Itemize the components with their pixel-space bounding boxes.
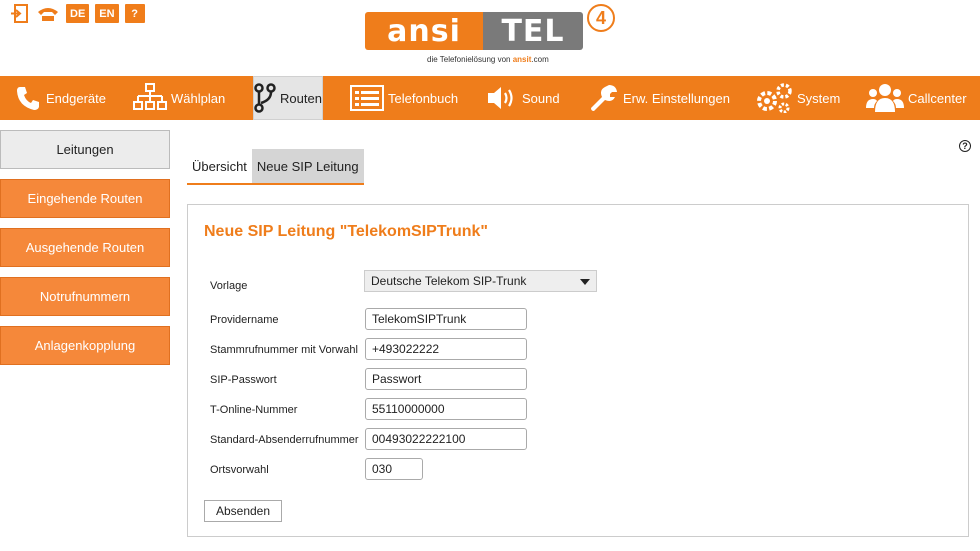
help-button[interactable]: ? — [124, 4, 145, 23]
ortsvorwahl-input[interactable]: 030 — [365, 458, 423, 480]
vorlage-select-value: Deutsche Telekom SIP-Trunk — [371, 274, 527, 288]
tab-neue-sip-leitung[interactable]: Neue SIP Leitung — [251, 149, 364, 183]
stammrufnummer-label: Stammrufnummer mit Vorwahl — [210, 344, 358, 356]
sidebar-item-leitungen[interactable]: Leitungen — [0, 130, 170, 169]
sidebar-item-anlagenkopplung[interactable]: Anlagenkopplung — [0, 326, 170, 365]
nav-item-callcenter[interactable]: Callcenter — [866, 76, 967, 120]
submit-button[interactable]: Absenden — [204, 500, 282, 522]
list-icon — [350, 85, 384, 111]
tab-bar: Übersicht Neue SIP Leitung — [187, 149, 364, 185]
header: DE EN ? ansi TEL 4 die Telefonielösung v… — [0, 0, 980, 76]
sidebar-item-eingehende-routen[interactable]: Eingehende Routen — [0, 179, 170, 218]
absenderrufnummer-label: Standard-Absenderrufnummer — [210, 434, 359, 446]
main-nav: Endgeräte Wählplan Routen Telefonbuch So… — [0, 76, 980, 120]
gears-icon — [755, 83, 793, 113]
nav-item-sound[interactable]: Sound — [486, 76, 560, 120]
logo-ansi: ansi — [365, 12, 483, 50]
stammrufnummer-input[interactable]: +493022222 — [365, 338, 527, 360]
providername-label: Providername — [210, 314, 279, 326]
wrench-icon — [589, 83, 619, 113]
nav-item-erw-einstellungen[interactable]: Erw. Einstellungen — [589, 76, 730, 120]
nav-item-telefonbuch[interactable]: Telefonbuch — [350, 76, 458, 120]
logo-tel: TEL — [483, 12, 583, 50]
sitemap-icon — [133, 83, 167, 113]
speaker-icon — [486, 84, 518, 112]
absenderrufnummer-input[interactable]: 00493022222100 — [365, 428, 527, 450]
t-online-nummer-label: T-Online-Nummer — [210, 404, 298, 416]
nav-item-routen[interactable]: Routen — [253, 76, 323, 120]
phone-icon — [14, 84, 42, 112]
logo: ansi TEL 4 die Telefonielösung von ansit… — [365, 4, 625, 70]
sidebar-item-ausgehende-routen[interactable]: Ausgehende Routen — [0, 228, 170, 267]
sip-passwort-input[interactable]: Passwort — [365, 368, 527, 390]
caret-down-icon — [580, 274, 590, 288]
sidebar-item-notrufnummern[interactable]: Notrufnummern — [0, 277, 170, 316]
nav-item-endgeraete[interactable]: Endgeräte — [14, 76, 106, 120]
logo-tagline: die Telefonielösung von ansit.com — [427, 55, 549, 64]
providername-input[interactable]: TelekomSIPTrunk — [365, 308, 527, 330]
form-title: Neue SIP Leitung "TelekomSIPTrunk" — [204, 223, 488, 240]
top-icons: DE EN ? — [10, 4, 145, 23]
form-panel: Neue SIP Leitung "TelekomSIPTrunk" Vorla… — [187, 204, 969, 537]
logo-version-badge: 4 — [587, 4, 615, 32]
tab-uebersicht[interactable]: Übersicht — [187, 149, 252, 183]
nav-item-waehlplan[interactable]: Wählplan — [133, 76, 225, 120]
nav-item-system[interactable]: System — [755, 76, 840, 120]
language-de-button[interactable]: DE — [66, 4, 90, 23]
route-icon — [254, 83, 276, 113]
t-online-nummer-input[interactable]: 55110000000 — [365, 398, 527, 420]
users-icon — [866, 82, 904, 114]
sip-passwort-label: SIP-Passwort — [210, 374, 277, 386]
vorlage-select[interactable]: Deutsche Telekom SIP-Trunk — [364, 270, 597, 292]
help-icon[interactable]: ? — [959, 140, 971, 152]
vorlage-label: Vorlage — [210, 280, 248, 292]
language-en-button[interactable]: EN — [95, 4, 119, 23]
logout-icon[interactable] — [10, 4, 30, 23]
phone-icon[interactable] — [36, 4, 60, 23]
ortsvorwahl-label: Ortsvorwahl — [210, 464, 269, 476]
